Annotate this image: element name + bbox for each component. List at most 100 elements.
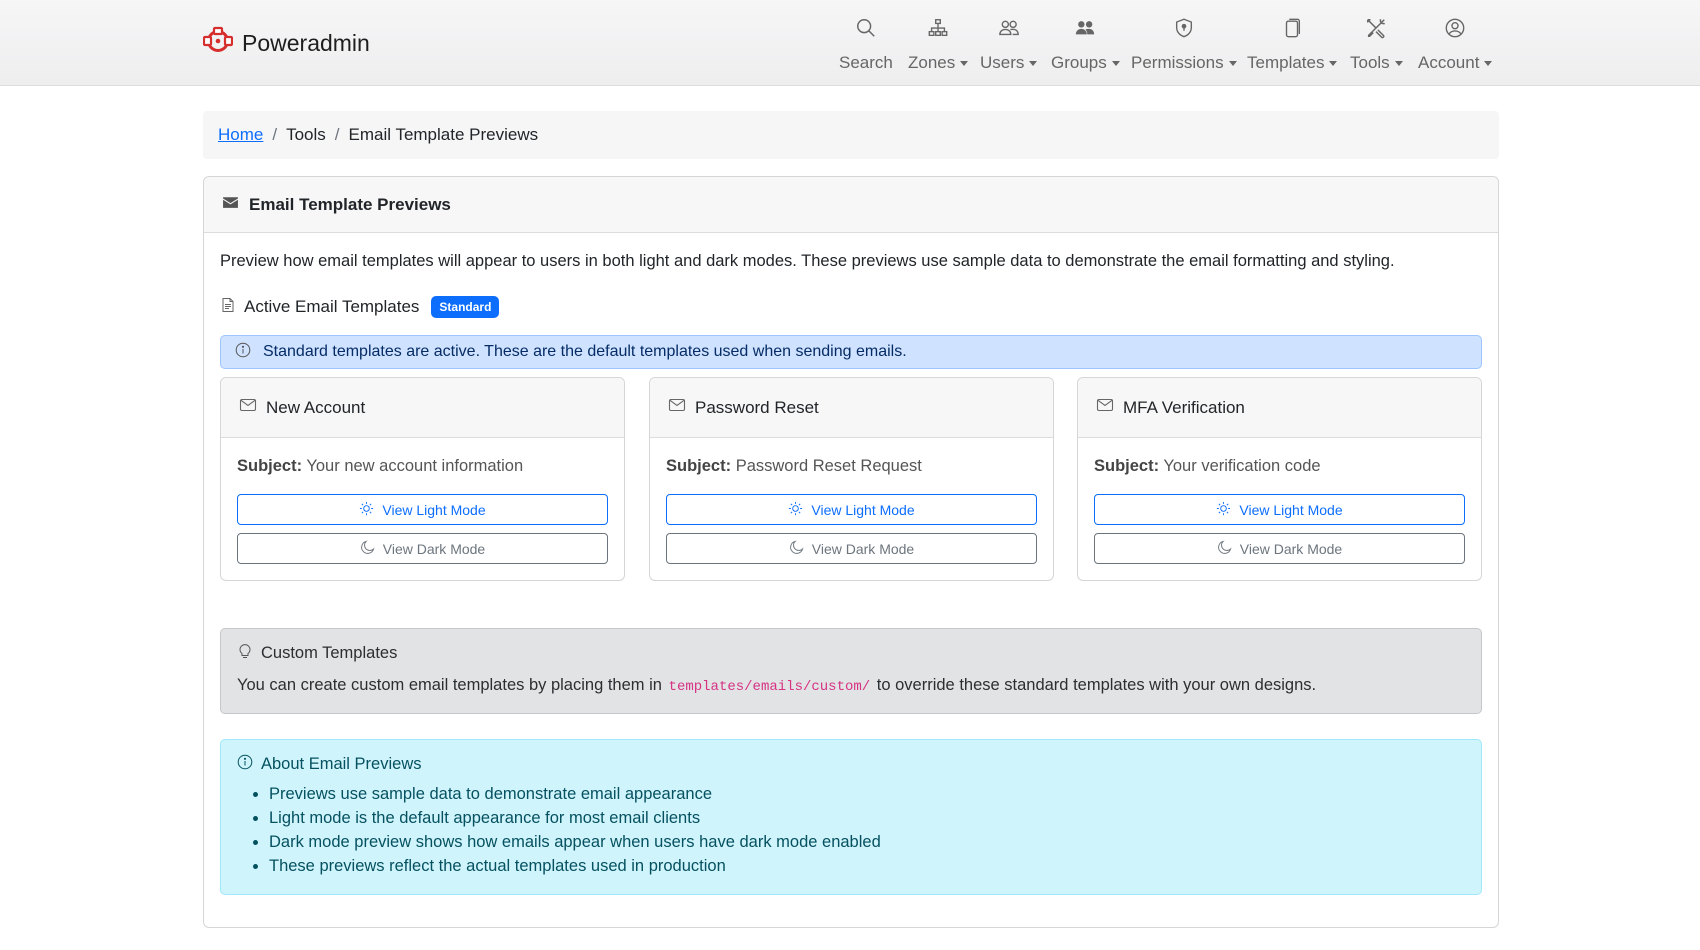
caret-down-icon (1029, 60, 1038, 66)
subject-label: Subject: (1094, 457, 1160, 475)
info-circle-icon (237, 754, 261, 775)
lightbulb-icon (237, 643, 261, 664)
caret-down-icon (1228, 60, 1237, 66)
nav-label: Tools (1350, 53, 1390, 72)
template-card-new-account: New Account Subject: Your new account in… (220, 377, 625, 581)
active-templates-alert: Standard templates are active. These are… (220, 335, 1482, 369)
template-card-header: MFA Verification (1078, 378, 1481, 438)
sun-icon (788, 501, 811, 519)
view-dark-mode-button[interactable]: View Dark Mode (666, 533, 1037, 564)
search-icon (854, 16, 878, 40)
nav-groups[interactable]: Groups (1051, 16, 1120, 73)
subject-value: Password Reset Request (735, 457, 922, 475)
sitemap-icon (926, 16, 950, 40)
nav-account[interactable]: Account (1418, 16, 1493, 73)
envelope-icon (239, 396, 266, 419)
sun-icon (359, 501, 382, 519)
breadcrumb-current: Email Template Previews (348, 125, 539, 144)
list-item: Light mode is the default appearance for… (269, 806, 1465, 830)
nav-label: Account (1418, 53, 1480, 72)
shield-icon (1172, 16, 1196, 40)
alert-text: Standard templates are active. These are… (263, 343, 907, 360)
custom-templates-heading: Custom Templates (237, 643, 1465, 664)
moon-icon (360, 539, 383, 558)
moon-icon (789, 539, 812, 558)
people-icon (997, 16, 1021, 40)
about-list: Previews use sample data to demonstrate … (237, 782, 1465, 878)
brand-name: Poweradmin (242, 30, 370, 56)
about-title: About Email Previews (261, 755, 422, 773)
info-circle-icon (235, 342, 263, 363)
breadcrumb-separator: / (272, 125, 278, 144)
breadcrumb-separator: / (334, 125, 340, 144)
status-badge: Standard (431, 296, 500, 318)
intro-text: Preview how email templates will appear … (220, 252, 1395, 270)
caret-down-icon (1484, 60, 1493, 66)
envelope-icon (668, 396, 695, 419)
nav-label: Search (839, 53, 893, 72)
list-item: These previews reflect the actual templa… (269, 854, 1465, 878)
breadcrumb: Home / Tools / Email Template Previews (203, 111, 1499, 159)
breadcrumb-section: Tools (286, 125, 326, 144)
template-title: Password Reset (695, 397, 819, 417)
template-title: New Account (266, 397, 366, 417)
files-icon (1280, 16, 1304, 40)
about-heading: About Email Previews (237, 754, 1465, 775)
card-title: Email Template Previews (249, 194, 451, 214)
nav-tools[interactable]: Tools (1350, 16, 1403, 73)
brand[interactable]: Poweradmin (202, 26, 370, 61)
button-label: View Light Mode (1239, 501, 1343, 518)
template-title: MFA Verification (1123, 397, 1245, 417)
view-light-mode-button[interactable]: View Light Mode (1094, 494, 1465, 525)
nav-label: Users (980, 53, 1025, 72)
card-header: Email Template Previews (204, 177, 1498, 233)
template-subject: Subject: Your verification code (1094, 457, 1321, 476)
template-card-password-reset: Password Reset Subject: Password Reset R… (649, 377, 1054, 581)
nav-search[interactable]: Search (839, 16, 893, 73)
template-subject: Subject: Password Reset Request (666, 457, 922, 476)
view-dark-mode-button[interactable]: View Dark Mode (237, 533, 608, 564)
view-light-mode-button[interactable]: View Light Mode (666, 494, 1037, 525)
template-subject: Subject: Your new account information (237, 457, 523, 476)
button-label: View Dark Mode (382, 540, 486, 557)
button-label: View Light Mode (382, 501, 486, 518)
poweradmin-logo-icon (202, 26, 234, 61)
view-light-mode-button[interactable]: View Light Mode (237, 494, 608, 525)
nav-zones[interactable]: Zones (908, 16, 969, 73)
caret-down-icon (1111, 60, 1120, 66)
nav-templates[interactable]: Templates (1247, 16, 1338, 73)
view-dark-mode-button[interactable]: View Dark Mode (1094, 533, 1465, 564)
sun-icon (1216, 501, 1239, 519)
nav-permissions[interactable]: Permissions (1131, 16, 1237, 73)
envelope-fill-icon (222, 194, 249, 216)
caret-down-icon (1329, 60, 1338, 66)
custom-text-after: to override these standard templates wit… (876, 676, 1317, 694)
subject-value: Your verification code (1163, 457, 1321, 475)
nav-label: Templates (1247, 53, 1325, 72)
about-email-previews-alert: About Email Previews Previews use sample… (220, 739, 1482, 895)
button-label: View Light Mode (811, 501, 915, 518)
person-circle-icon (1443, 16, 1467, 40)
subject-label: Subject: (666, 457, 732, 475)
people-fill-icon (1073, 16, 1097, 40)
template-card-header: Password Reset (650, 378, 1053, 438)
custom-templates-alert: Custom Templates You can create custom e… (220, 628, 1482, 714)
button-label: View Dark Mode (1239, 540, 1343, 557)
nav-label: Permissions (1131, 53, 1224, 72)
file-text-icon (220, 297, 244, 318)
top-navbar: Poweradmin Search Zones Users Groups Per… (0, 0, 1700, 86)
custom-templates-title: Custom Templates (261, 644, 398, 662)
button-label: View Dark Mode (811, 540, 915, 557)
list-item: Previews use sample data to demonstrate … (269, 782, 1465, 806)
tools-icon (1364, 16, 1388, 40)
custom-templates-path: templates/emails/custom/ (668, 679, 871, 695)
custom-templates-text: You can create custom email templates by… (237, 676, 1465, 695)
active-templates-heading: Active Email Templates Standard (220, 296, 500, 318)
list-item: Dark mode preview shows how emails appea… (269, 830, 1465, 854)
nav-users[interactable]: Users (980, 16, 1038, 73)
caret-down-icon (960, 60, 969, 66)
template-card-mfa-verification: MFA Verification Subject: Your verificat… (1077, 377, 1482, 581)
breadcrumb-home-link[interactable]: Home (218, 125, 263, 145)
envelope-icon (1096, 396, 1123, 419)
subject-label: Subject: (237, 457, 303, 475)
